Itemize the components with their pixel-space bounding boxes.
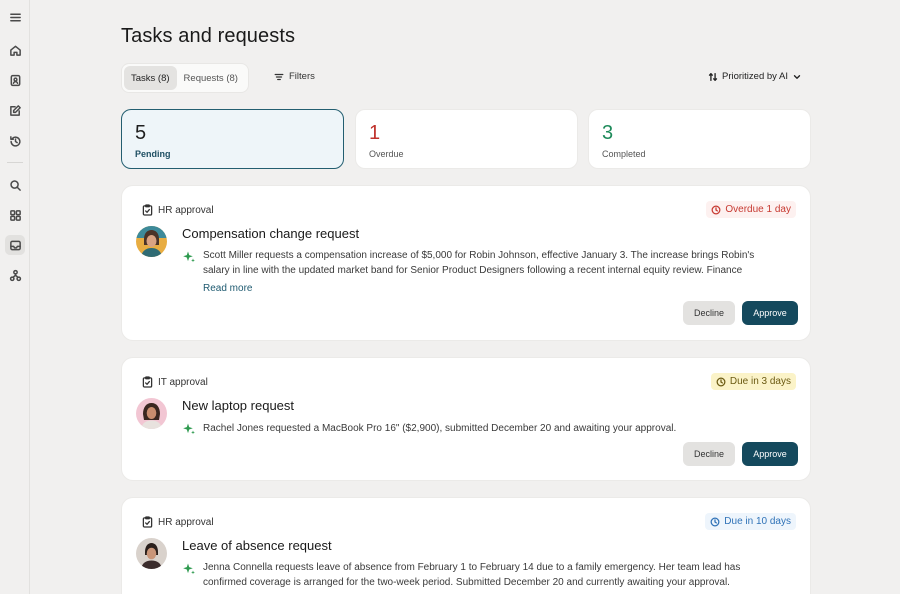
stat-value: 5 [135, 122, 147, 144]
avatar [136, 398, 167, 429]
decline-button[interactable]: Decline [683, 442, 735, 466]
stat-value: 1 [369, 122, 381, 144]
filter-icon [274, 73, 284, 80]
task-category-label: IT approval [158, 376, 208, 388]
task-category: HR approval [142, 516, 214, 528]
sort-dropdown[interactable]: Prioritized by AI [708, 71, 802, 82]
profile-card-icon[interactable] [5, 70, 25, 90]
stat-label: Overdue [369, 149, 404, 159]
tab-requests[interactable]: Requests (8) [177, 66, 245, 90]
stat-card-overdue[interactable]: 1 Overdue [355, 109, 578, 169]
task-card: HR approval Overdue 1 day Compensation c… [121, 185, 811, 341]
clipboard-check-icon [142, 376, 153, 388]
inbox-icon[interactable] [5, 235, 25, 255]
status-badge-label: Overdue 1 day [725, 204, 791, 215]
status-badge: Due in 10 days [705, 513, 796, 530]
apps-grid-icon[interactable] [5, 205, 25, 225]
page-title: Tasks and requests [121, 25, 296, 47]
task-description: Jenna Connella requests leave of absence… [203, 562, 741, 588]
task-category: HR approval [142, 204, 214, 216]
sidebar-divider [7, 162, 23, 163]
clock-icon [716, 377, 726, 386]
stat-label: Pending [135, 149, 171, 159]
decline-button[interactable]: Decline [683, 301, 735, 325]
ai-sparkle-icon [183, 251, 195, 263]
avatar [136, 538, 167, 569]
home-icon[interactable] [5, 40, 25, 60]
task-category-label: HR approval [158, 516, 214, 528]
task-tabs: Tasks (8) Requests (8) [121, 63, 249, 93]
ai-sparkle-icon [183, 423, 195, 435]
clock-icon [711, 205, 721, 214]
task-card: IT approval Due in 3 days New laptop req… [121, 357, 811, 481]
status-badge: Overdue 1 day [706, 201, 796, 218]
history-icon[interactable] [5, 131, 25, 151]
clipboard-check-icon [142, 516, 153, 528]
approve-button[interactable]: Approve [742, 301, 798, 325]
read-more-link[interactable]: Read more [203, 283, 252, 294]
org-chart-icon[interactable] [5, 265, 25, 285]
stat-card-completed[interactable]: 3 Completed [588, 109, 811, 169]
task-title: Compensation change request [182, 226, 360, 241]
sort-label: Prioritized by AI [722, 71, 788, 82]
clock-icon [710, 517, 720, 526]
sort-arrows-icon [708, 72, 718, 81]
clipboard-check-icon [142, 204, 153, 216]
tab-tasks[interactable]: Tasks (8) [124, 66, 177, 90]
chevron-down-icon [793, 74, 801, 79]
menu-icon[interactable] [5, 7, 25, 27]
sidebar [0, 0, 30, 594]
status-badge-label: Due in 10 days [724, 516, 791, 527]
stat-card-pending[interactable]: 5 Pending [121, 109, 344, 169]
search-icon[interactable] [5, 175, 25, 195]
stat-value: 3 [602, 122, 614, 144]
status-badge-label: Due in 3 days [729, 376, 791, 387]
avatar [136, 226, 167, 257]
filters-button[interactable]: Filters [274, 71, 315, 82]
task-category-label: HR approval [158, 204, 214, 216]
task-category: IT approval [142, 376, 208, 388]
approve-button[interactable]: Approve [742, 442, 798, 466]
task-title: Leave of absence request [182, 538, 332, 553]
edit-icon[interactable] [5, 100, 25, 120]
filters-label: Filters [289, 71, 315, 82]
status-badge: Due in 3 days [710, 373, 796, 390]
stat-label: Completed [602, 149, 646, 159]
ai-sparkle-icon [183, 563, 195, 575]
task-description: Scott Miller requests a compensation inc… [203, 250, 755, 276]
task-card: HR approval Due in 10 days Leave of abse… [121, 497, 811, 594]
task-title: New laptop request [182, 398, 295, 413]
task-description: Rachel Jones requested a MacBook Pro 16"… [203, 423, 677, 434]
